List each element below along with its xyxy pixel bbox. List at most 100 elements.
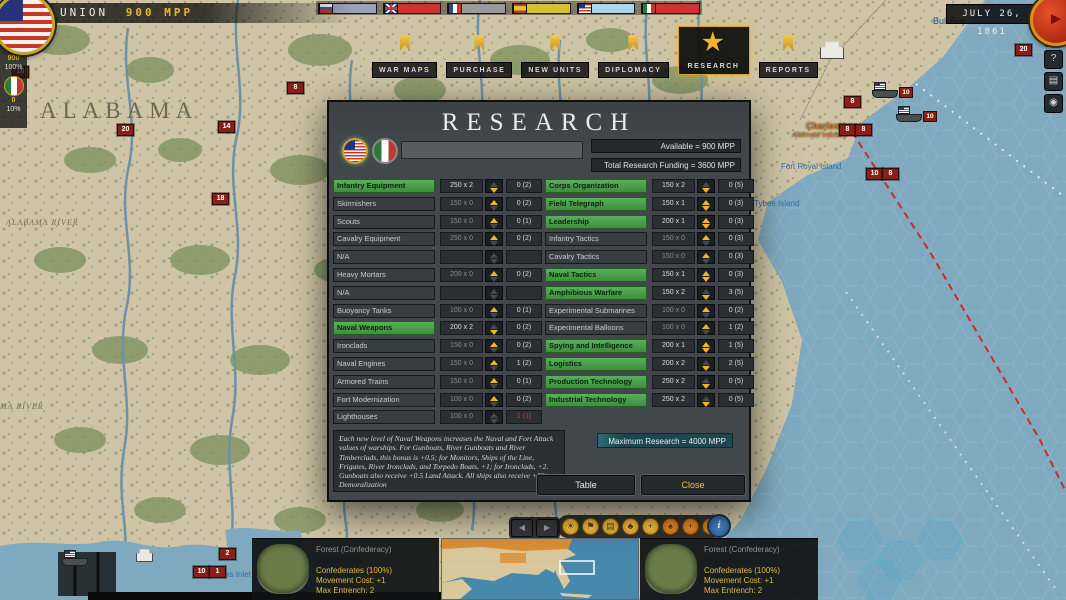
increase-investment-button[interactable] [490, 200, 498, 205]
decrease-investment-button[interactable] [490, 384, 498, 389]
research-topic[interactable]: Industrial Technology [545, 393, 647, 407]
map-toggle-icon[interactable]: ▤ [602, 518, 619, 535]
decrease-investment-button[interactable] [702, 402, 710, 407]
decrease-investment-button[interactable] [490, 224, 498, 229]
research-topic[interactable]: Naval Engines [333, 357, 435, 371]
decrease-investment-button[interactable] [490, 259, 498, 264]
decrease-investment-button[interactable] [702, 348, 710, 353]
decrease-investment-button[interactable] [702, 277, 710, 282]
decrease-investment-button[interactable] [702, 206, 710, 211]
research-topic[interactable]: Cavalry Equipment [333, 232, 435, 246]
unit-strength-badge[interactable]: 10 [193, 566, 210, 578]
unit-strength-badge[interactable]: 8 [882, 168, 899, 180]
research-nation-mexico-flag-icon[interactable] [372, 138, 398, 164]
research-topic[interactable]: Scouts [333, 215, 435, 229]
decrease-investment-button[interactable] [490, 295, 498, 300]
research-topic[interactable]: Lighthouses [333, 410, 435, 424]
save-icon[interactable]: ▤ [1044, 72, 1063, 91]
minimap[interactable] [441, 538, 639, 600]
decrease-investment-button[interactable] [702, 295, 710, 300]
increase-investment-button[interactable] [702, 200, 710, 205]
help-question-icon[interactable]: ? [1044, 50, 1063, 69]
research-topic[interactable]: Infantry Tactics [545, 232, 647, 246]
menu-button[interactable]: Diplomacy [598, 62, 668, 78]
decrease-investment-button[interactable] [490, 313, 498, 318]
decrease-investment-button[interactable] [490, 402, 498, 407]
decrease-investment-button[interactable] [490, 206, 498, 211]
decrease-investment-button[interactable] [702, 366, 710, 371]
menu-button[interactable]: Purchase [446, 62, 512, 78]
increase-investment-button[interactable] [490, 271, 498, 276]
ship-unit[interactable]: 10 [872, 82, 898, 98]
globe-icon[interactable]: ◉ [1044, 94, 1063, 113]
menu-button[interactable]: ★ Research [678, 26, 750, 75]
map-toggle-icon[interactable]: ♠ [662, 518, 679, 535]
decrease-investment-button[interactable] [702, 384, 710, 389]
increase-investment-button[interactable] [702, 396, 710, 401]
increase-investment-button[interactable] [490, 342, 498, 347]
increase-investment-button[interactable] [490, 413, 498, 418]
unit-strength-badge[interactable]: 8 [855, 124, 872, 136]
research-topic[interactable]: Naval Tactics [545, 268, 647, 282]
research-topic[interactable]: Experimental Submarines [545, 304, 647, 318]
map-toggle-icon[interactable]: ♣ [622, 518, 639, 535]
research-topic[interactable]: Naval Weapons [333, 321, 435, 335]
research-topic[interactable]: Amphibious Warfare [545, 286, 647, 300]
decrease-investment-button[interactable] [490, 241, 498, 246]
ship-unit[interactable]: 10 [896, 106, 922, 122]
increase-investment-button[interactable] [490, 360, 498, 365]
research-topic[interactable]: Spying and Intelligence [545, 339, 647, 353]
increase-investment-button[interactable] [702, 289, 710, 294]
unit-strength-badge[interactable]: 8 [287, 82, 304, 94]
increase-investment-button[interactable] [702, 378, 710, 383]
decrease-investment-button[interactable] [702, 188, 710, 193]
research-topic[interactable]: Buoyancy Tanks [333, 304, 435, 318]
menu-button[interactable]: War Maps [372, 62, 437, 78]
research-topic[interactable]: Field Telegraph [545, 197, 647, 211]
increase-investment-button[interactable] [702, 360, 710, 365]
decrease-investment-button[interactable] [490, 277, 498, 282]
close-button[interactable]: Close [640, 474, 746, 496]
decrease-investment-button[interactable] [490, 348, 498, 353]
increase-investment-button[interactable] [490, 396, 498, 401]
research-topic[interactable]: Experimental Balloons [545, 321, 647, 335]
increase-investment-button[interactable] [702, 182, 710, 187]
next-unit-button[interactable]: ▶ [536, 519, 558, 537]
decrease-investment-button[interactable] [702, 330, 710, 335]
table-button[interactable]: Table [536, 474, 636, 496]
research-topic[interactable]: Armored Trains [333, 375, 435, 389]
increase-investment-button[interactable] [490, 324, 498, 329]
research-topic[interactable]: Leadership [545, 215, 647, 229]
research-topic[interactable]: N/A [333, 286, 435, 300]
decrease-investment-button[interactable] [490, 188, 498, 193]
research-topic[interactable]: Heavy Mortars [333, 268, 435, 282]
research-topic[interactable]: Logistics [545, 357, 647, 371]
menu-button[interactable]: New Units [521, 62, 589, 78]
research-topic[interactable]: Fort Modernization [333, 393, 435, 407]
decrease-investment-button[interactable] [702, 224, 710, 229]
increase-investment-button[interactable] [490, 378, 498, 383]
increase-investment-button[interactable] [490, 235, 498, 240]
unit-strength-badge[interactable]: 8 [844, 96, 861, 108]
unit-strength-badge[interactable]: 10 [866, 168, 883, 180]
research-topic[interactable]: Infantry Equipment [333, 179, 435, 193]
increase-investment-button[interactable] [702, 307, 710, 312]
map-toggle-icon[interactable]: + [642, 518, 659, 535]
map-toggle-icon[interactable]: + [682, 518, 699, 535]
research-topic[interactable]: N/A [333, 250, 435, 264]
decrease-investment-button[interactable] [490, 419, 498, 424]
increase-investment-button[interactable] [490, 307, 498, 312]
unit-strength-badge[interactable]: 20 [1015, 44, 1032, 56]
menu-button[interactable]: Reports [759, 62, 818, 78]
decrease-investment-button[interactable] [490, 330, 498, 335]
mexico-flag-icon[interactable] [4, 76, 24, 96]
unit-strength-badge[interactable]: 20 [117, 124, 134, 136]
research-topic[interactable]: Production Technology [545, 375, 647, 389]
map-toggle-icon[interactable]: ☀ [562, 518, 579, 535]
unit-strength-badge[interactable]: 2 [219, 548, 236, 560]
increase-investment-button[interactable] [702, 218, 710, 223]
increase-investment-button[interactable] [490, 253, 498, 258]
info-toggle-icon[interactable]: i [707, 514, 731, 538]
increase-investment-button[interactable] [490, 182, 498, 187]
research-topic[interactable]: Corps Organization [545, 179, 647, 193]
